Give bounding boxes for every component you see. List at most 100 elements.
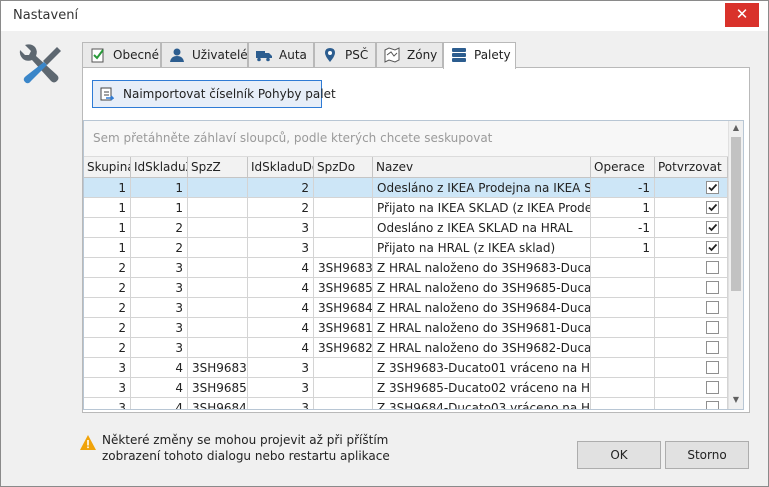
cell-idz[interactable]: 4 bbox=[131, 398, 188, 409]
cell-spzz[interactable]: 3SH9683 bbox=[188, 358, 248, 378]
column-header-skupina[interactable]: Skupina bbox=[84, 157, 131, 177]
cell-skupina[interactable]: 2 bbox=[84, 278, 131, 298]
cell-idz[interactable]: 4 bbox=[131, 378, 188, 398]
table-row[interactable]: 3 4 3SH9685 3 Z 3SH9685-Ducato02 vráceno na … bbox=[84, 378, 728, 398]
potvrzovat-checkbox[interactable] bbox=[706, 381, 719, 394]
cell-iddo[interactable]: 3 bbox=[248, 398, 314, 409]
tab-auta[interactable]: Auta bbox=[248, 42, 314, 67]
cell-spzdo[interactable] bbox=[314, 358, 373, 378]
cell-operace[interactable]: -1 bbox=[591, 178, 655, 198]
cell-spzz[interactable] bbox=[188, 338, 248, 358]
cell-idz[interactable]: 1 bbox=[131, 178, 188, 198]
cell-skupina[interactable]: 1 bbox=[84, 238, 131, 258]
cell-skupina[interactable]: 2 bbox=[84, 338, 131, 358]
cell-spzdo[interactable]: 3SH9683 bbox=[314, 258, 373, 278]
table-row[interactable]: 3 4 3SH9684 3 Z 3SH9684-Ducato03 vráceno na … bbox=[84, 398, 728, 409]
scroll-down-arrow-icon[interactable]: ▼ bbox=[729, 395, 743, 407]
column-header-potvrzovat[interactable]: Potvrzovat bbox=[655, 157, 728, 177]
cell-skupina[interactable]: 3 bbox=[84, 358, 131, 378]
cell-operace[interactable] bbox=[591, 338, 655, 358]
cell-nazev[interactable]: Z HRAL naloženo do 3SH9682-Ducato05 bbox=[373, 338, 591, 358]
table-row[interactable]: 1 2 3 Odesláno z IKEA SKLAD na HRAL -1 bbox=[84, 218, 728, 238]
scroll-thumb[interactable] bbox=[731, 137, 741, 291]
cell-idz[interactable]: 2 bbox=[131, 218, 188, 238]
column-header-idskladuz[interactable]: IdSkladuZ bbox=[131, 157, 188, 177]
cell-skupina[interactable]: 3 bbox=[84, 378, 131, 398]
cell-iddo[interactable]: 4 bbox=[248, 298, 314, 318]
cell-spzdo[interactable]: 3SH9682 bbox=[314, 338, 373, 358]
cell-spzz[interactable] bbox=[188, 298, 248, 318]
cell-operace[interactable] bbox=[591, 278, 655, 298]
cell-operace[interactable] bbox=[591, 298, 655, 318]
cell-iddo[interactable]: 3 bbox=[248, 378, 314, 398]
import-button[interactable]: Naimportovat číselník Pohyby palet bbox=[92, 80, 336, 108]
table-row[interactable]: 1 1 2 Přijato na IKEA SKLAD (z IKEA Prodejn… bbox=[84, 198, 728, 218]
table-row[interactable]: 1 2 3 Přijato na HRAL (z IKEA sklad) 1 bbox=[84, 238, 728, 258]
potvrzovat-checkbox[interactable] bbox=[706, 221, 719, 234]
cell-idz[interactable]: 4 bbox=[131, 358, 188, 378]
potvrzovat-checkbox[interactable] bbox=[706, 401, 719, 409]
cell-spzdo[interactable] bbox=[314, 198, 373, 218]
cell-iddo[interactable]: 3 bbox=[248, 218, 314, 238]
table-row[interactable]: 3 4 3SH9683 3 Z 3SH9683-Ducato01 vráceno na … bbox=[84, 358, 728, 378]
cancel-button[interactable]: Storno bbox=[665, 441, 749, 469]
cell-skupina[interactable]: 2 bbox=[84, 318, 131, 338]
cell-operace[interactable]: -1 bbox=[591, 218, 655, 238]
cell-skupina[interactable]: 3 bbox=[84, 398, 131, 409]
cell-iddo[interactable]: 4 bbox=[248, 338, 314, 358]
column-header-spzdo[interactable]: SpzDo bbox=[314, 157, 373, 177]
cell-operace[interactable] bbox=[591, 318, 655, 338]
cell-spzz[interactable] bbox=[188, 278, 248, 298]
potvrzovat-checkbox[interactable] bbox=[706, 361, 719, 374]
cell-operace[interactable] bbox=[591, 258, 655, 278]
cell-idz[interactable]: 3 bbox=[131, 318, 188, 338]
group-by-panel[interactable]: Sem přetáhněte záhlaví sloupců, podle kt… bbox=[84, 121, 728, 157]
cell-spzz[interactable] bbox=[188, 178, 248, 198]
close-button[interactable]: ✕ bbox=[725, 3, 759, 27]
potvrzovat-checkbox[interactable] bbox=[706, 261, 719, 274]
tab-palety[interactable]: Palety bbox=[443, 42, 516, 69]
cell-idz[interactable]: 3 bbox=[131, 338, 188, 358]
cell-operace[interactable]: 1 bbox=[591, 238, 655, 258]
cell-idz[interactable]: 3 bbox=[131, 258, 188, 278]
potvrzovat-checkbox[interactable] bbox=[706, 241, 719, 254]
cell-spzdo[interactable]: 3SH9685 bbox=[314, 278, 373, 298]
cell-operace[interactable] bbox=[591, 358, 655, 378]
table-row[interactable]: 2 3 4 3SH9682 Z HRAL naloženo do 3SH9682-Duc… bbox=[84, 338, 728, 358]
cell-idz[interactable]: 3 bbox=[131, 298, 188, 318]
tab-obecne[interactable]: Obecné bbox=[82, 42, 161, 67]
cell-iddo[interactable]: 4 bbox=[248, 278, 314, 298]
cell-nazev[interactable]: Přijato na IKEA SKLAD (z IKEA Prodejna) bbox=[373, 198, 591, 218]
tab-psc[interactable]: PSČ bbox=[314, 42, 376, 67]
cell-spzdo[interactable]: 3SH9684 bbox=[314, 298, 373, 318]
potvrzovat-checkbox[interactable] bbox=[706, 201, 719, 214]
table-row[interactable]: 2 3 4 3SH9685 Z HRAL naloženo do 3SH9685-Duc… bbox=[84, 278, 728, 298]
cell-skupina[interactable]: 2 bbox=[84, 258, 131, 278]
scroll-up-arrow-icon[interactable]: ▲ bbox=[729, 123, 743, 135]
ok-button[interactable]: OK bbox=[577, 441, 661, 469]
column-header-idskladudo[interactable]: IdSkladuDo bbox=[248, 157, 314, 177]
cell-iddo[interactable]: 3 bbox=[248, 358, 314, 378]
tab-zony[interactable]: Zóny bbox=[376, 42, 443, 67]
cell-nazev[interactable]: Z HRAL naloženo do 3SH9681-Ducato04 bbox=[373, 318, 591, 338]
cell-iddo[interactable]: 3 bbox=[248, 238, 314, 258]
cell-spzdo[interactable] bbox=[314, 238, 373, 258]
cell-idz[interactable]: 3 bbox=[131, 278, 188, 298]
cell-spzdo[interactable] bbox=[314, 398, 373, 409]
cell-nazev[interactable]: Z 3SH9685-Ducato02 vráceno na HRAL bbox=[373, 378, 591, 398]
cell-nazev[interactable]: Z 3SH9683-Ducato01 vráceno na HRAL bbox=[373, 358, 591, 378]
potvrzovat-checkbox[interactable] bbox=[706, 301, 719, 314]
cell-spzz[interactable] bbox=[188, 218, 248, 238]
cell-nazev[interactable]: Přijato na HRAL (z IKEA sklad) bbox=[373, 238, 591, 258]
cell-skupina[interactable]: 2 bbox=[84, 298, 131, 318]
table-row[interactable]: 2 3 4 3SH9683 Z HRAL naloženo do 3SH9683-Duc… bbox=[84, 258, 728, 278]
potvrzovat-checkbox[interactable] bbox=[706, 341, 719, 354]
cell-nazev[interactable]: Z 3SH9684-Ducato03 vráceno na HRAL bbox=[373, 398, 591, 409]
cell-skupina[interactable]: 1 bbox=[84, 178, 131, 198]
cell-spzdo[interactable] bbox=[314, 218, 373, 238]
cell-idz[interactable]: 2 bbox=[131, 238, 188, 258]
table-row[interactable]: 1 1 2 Odesláno z IKEA Prodejna na IKEA SKL.… bbox=[84, 178, 728, 198]
column-header-nazev[interactable]: Nazev bbox=[373, 157, 591, 177]
vertical-scrollbar[interactable]: ▲ ▼ bbox=[728, 121, 743, 409]
cell-nazev[interactable]: Z HRAL naloženo do 3SH9684-Ducato03 bbox=[373, 298, 591, 318]
